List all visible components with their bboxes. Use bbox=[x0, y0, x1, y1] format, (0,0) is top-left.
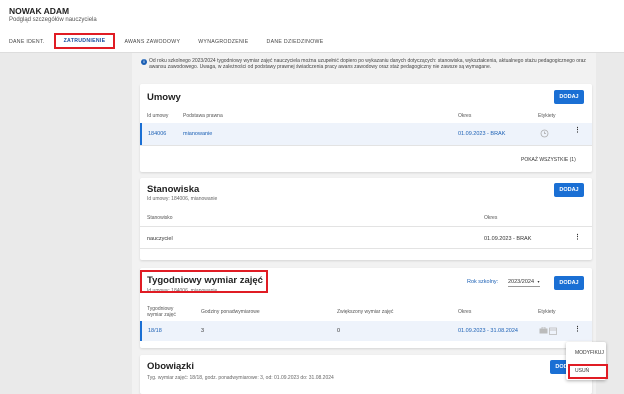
col-zwiekszony: Zwiększony wymiar zajęć bbox=[337, 309, 394, 315]
card-subtitle-stanowiska: Id umowy: 184006, mianowanie bbox=[147, 196, 218, 202]
col-wymiar: Tygodniowy wymiar zajęć bbox=[147, 306, 176, 318]
menu-item-modyfikuj[interactable]: MODYFIKUJ bbox=[566, 350, 606, 356]
school-year-select[interactable]: 2023/2024 ▾ bbox=[508, 279, 540, 287]
col-godziny: Godziny ponadwymiarowe bbox=[201, 309, 260, 315]
col-stanowisko: Stanowisko bbox=[147, 215, 173, 221]
cell-wymiar: 18/18 bbox=[148, 328, 162, 334]
tab-bar: DANE IDENT. ZATRUDNIENIE AWANS ZAWODOWY … bbox=[0, 33, 333, 52]
row-menu-icon[interactable]: ⋮ bbox=[574, 127, 581, 134]
calendar-icon bbox=[549, 327, 557, 335]
table-row-wymiar[interactable] bbox=[140, 321, 592, 341]
page-header: NOWAK ADAM Podgląd szczegółów nauczyciel… bbox=[0, 0, 624, 53]
tab-dane-ident[interactable]: DANE IDENT. bbox=[0, 35, 54, 49]
page-title: NOWAK ADAM bbox=[9, 6, 70, 16]
col-okres: Okres bbox=[458, 113, 472, 119]
card-title-obowiazki: Obowiązki bbox=[147, 361, 194, 372]
tab-awans-zawodowy[interactable]: AWANS ZAWODOWY bbox=[115, 35, 189, 49]
card-umowy: Umowy DODAJ Id umowy Podstawa prawna Okr… bbox=[140, 84, 592, 172]
briefcase-icon bbox=[539, 327, 548, 334]
col-id-umowy: Id umowy bbox=[147, 113, 169, 119]
chevron-down-icon: ▾ bbox=[537, 279, 540, 284]
add-stanowisko-button[interactable]: DODAJ bbox=[554, 183, 584, 197]
card-title-umowy: Umowy bbox=[147, 92, 181, 103]
add-umowa-button[interactable]: DODAJ bbox=[554, 90, 584, 104]
tab-dane-dziedzinowe[interactable]: DANE DZIEDZINOWE bbox=[258, 35, 333, 49]
divider bbox=[140, 248, 592, 249]
cell-okres: 01.09.2023 - BRAK bbox=[458, 131, 506, 137]
highlight-usun bbox=[568, 364, 608, 379]
col-okres-wymiar: Okres bbox=[458, 309, 472, 315]
page-subtitle: Podgląd szczegółów nauczyciela bbox=[9, 17, 97, 23]
divider bbox=[140, 145, 592, 146]
tab-zatrudnienie[interactable]: ZATRUDNIENIE bbox=[53, 33, 116, 49]
cell-zwiekszony: 0 bbox=[337, 328, 341, 334]
highlight-wymiar-title bbox=[140, 270, 268, 293]
cell-stanowisko: nauczyciel bbox=[147, 236, 173, 242]
card-stanowiska: Stanowiska Id umowy: 184006, mianowanie … bbox=[140, 178, 592, 260]
tab-wynagrodzenie[interactable]: WYNAGRODZENIE bbox=[189, 35, 257, 49]
info-text: Od roku szkolnego 2023/2024 tygodniowy w… bbox=[149, 58, 586, 70]
row-menu-icon[interactable]: ⋮ bbox=[574, 234, 581, 241]
col-okres-stanowiska: Okres bbox=[484, 215, 498, 221]
cell-okres-stanowiska: 01.09.2023 - BRAK bbox=[484, 236, 532, 242]
divider bbox=[140, 226, 592, 227]
add-wymiar-button[interactable]: DODAJ bbox=[554, 276, 584, 290]
card-title-stanowiska: Stanowiska bbox=[147, 184, 200, 195]
col-podstawa: Podstawa prawna bbox=[183, 113, 223, 119]
left-margin bbox=[0, 53, 132, 394]
cell-podstawa: mianowanie bbox=[183, 131, 213, 137]
row-menu-icon[interactable]: ⋮ bbox=[574, 326, 581, 333]
card-subtitle-obowiazki: Tyg. wymiar zajęć: 18/18, godz. ponadwym… bbox=[147, 375, 334, 381]
col-etykiety-wymiar: Etykiety bbox=[538, 309, 556, 315]
school-year-label: Rok szkolny: bbox=[467, 279, 499, 285]
cell-id-umowy: 184006 bbox=[148, 131, 167, 137]
show-all-link[interactable]: POKAŻ WSZYSTKIE (1) bbox=[521, 157, 576, 163]
info-icon: i bbox=[141, 59, 147, 65]
info-notice: i Od roku szkolnego 2023/2024 tygodniowy… bbox=[141, 58, 596, 70]
col-etykiety: Etykiety bbox=[538, 113, 556, 119]
clock-icon bbox=[540, 129, 549, 138]
cell-godziny: 3 bbox=[201, 328, 205, 334]
cell-okres-wymiar: 01.09.2023 - 31.08.2024 bbox=[458, 328, 518, 334]
card-obowiazki: Obowiązki Tyg. wymiar zajęć: 18/18, godz… bbox=[140, 355, 592, 394]
school-year-value: 2023/2024 bbox=[508, 279, 534, 285]
